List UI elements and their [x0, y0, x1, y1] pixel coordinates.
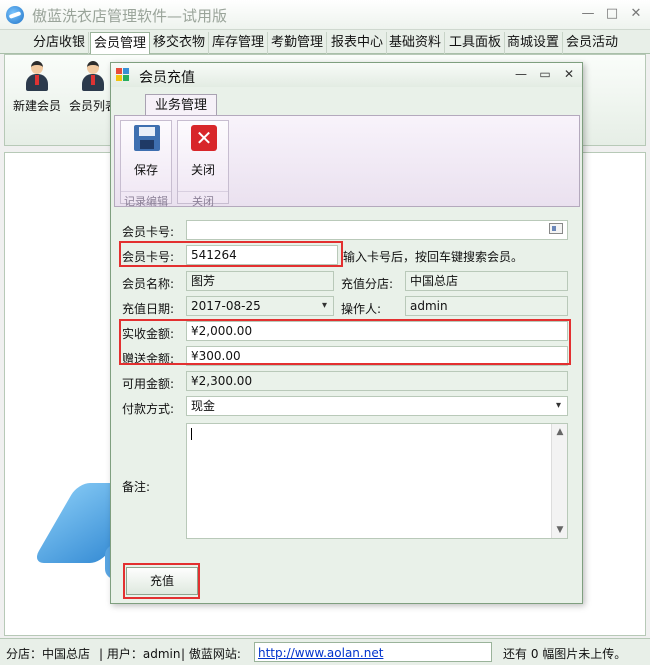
available-amount-field: ¥2,300.00: [186, 371, 568, 391]
recharge-date-value: 2017-08-25: [191, 299, 261, 313]
group-close: 关闭: [178, 191, 228, 209]
operator-label: 操作人:: [341, 302, 382, 316]
save-button[interactable]: 保存 记录编辑: [120, 120, 172, 208]
person-icon: [24, 61, 50, 91]
scroll-up-icon[interactable]: ▲: [552, 424, 568, 440]
member-recharge-dialog: 会员充值 — ▭ ✕ 业务管理 保存 记录编辑 ✕ 关闭 关闭 会员卡号: 会员…: [110, 62, 583, 604]
operator-field: admin: [405, 296, 568, 316]
remark-textarea[interactable]: ▲ ▼: [186, 423, 568, 539]
payment-method-select[interactable]: 现金: [186, 396, 568, 416]
window-icon: [116, 68, 130, 82]
tab-member-activities[interactable]: 会员活动: [563, 32, 621, 54]
person-icon: [80, 61, 106, 91]
remark-scrollbar[interactable]: ▲ ▼: [551, 424, 567, 538]
payment-method-label: 付款方式:: [122, 402, 175, 416]
maximize-icon[interactable]: ▭: [537, 66, 553, 82]
close-button[interactable]: ✕ 关闭 关闭: [177, 120, 229, 208]
close-icon[interactable]: ✕: [561, 66, 577, 82]
save-label: 保存: [133, 163, 158, 177]
tab-member-management[interactable]: 会员管理: [90, 32, 151, 54]
member-name-label: 会员名称:: [122, 277, 175, 291]
tab-attendance[interactable]: 考勤管理: [268, 32, 328, 54]
app-title: 傲蓝洗衣店管理软件—试用版: [32, 7, 228, 25]
recharge-date-picker[interactable]: 2017-08-25: [186, 296, 334, 316]
close-x-icon: ✕: [191, 125, 217, 151]
tab-store-checkout[interactable]: 分店收银: [30, 32, 90, 54]
tab-business-management[interactable]: 业务管理: [145, 94, 217, 116]
highlight-recharge-button: [123, 563, 200, 599]
tab-basic-data[interactable]: 基础资料: [386, 32, 446, 54]
member-name-field: 图芳: [186, 271, 334, 291]
available-amount-label: 可用金额:: [122, 377, 175, 391]
minimize-icon[interactable]: —: [513, 66, 529, 82]
recharge-branch-field: 中国总店: [405, 271, 568, 291]
status-upload: 还有 0 幅图片未上传。: [503, 647, 627, 661]
card-search-label: 会员卡号:: [122, 225, 175, 239]
close-label: 关闭: [190, 163, 215, 177]
text-caret: [191, 428, 192, 440]
remark-label: 备注:: [122, 480, 151, 494]
dialog-title-bar: 会员充值 — ▭ ✕: [111, 63, 582, 87]
dialog-title: 会员充值: [139, 70, 195, 86]
maximize-icon[interactable]: □: [604, 6, 620, 22]
card-search-input[interactable]: [186, 220, 568, 240]
floppy-disk-icon: [134, 125, 160, 151]
highlight-amounts: [119, 319, 571, 365]
highlight-card-number: [119, 241, 343, 267]
status-user: | 用户：admin: [99, 647, 181, 661]
website-link[interactable]: http://www.aolan.net: [258, 646, 383, 660]
card-reader-icon[interactable]: [549, 223, 563, 234]
dialog-ribbon: 保存 记录编辑 ✕ 关闭 关闭: [114, 115, 580, 208]
status-branch: 分店：中国总店: [6, 647, 91, 661]
status-bar: 分店：中国总店 | 用户：admin | 傲蓝网站: http://www.ao…: [0, 638, 650, 665]
tab-inventory[interactable]: 库存管理: [209, 32, 269, 54]
tab-reports[interactable]: 报表中心: [328, 32, 388, 54]
group-record-edit: 记录编辑: [121, 191, 171, 209]
website-link-box: http://www.aolan.net: [254, 642, 492, 662]
close-icon[interactable]: ✕: [628, 6, 644, 22]
minimize-icon[interactable]: —: [580, 6, 596, 22]
new-member-label: 新建会员: [12, 99, 61, 113]
new-member-button[interactable]: 新建会员: [9, 61, 65, 117]
payment-method-value: 现金: [191, 399, 216, 413]
recharge-branch-label: 充值分店:: [341, 277, 394, 291]
app-logo-icon: [6, 6, 24, 24]
status-site-label: | 傲蓝网站:: [181, 647, 241, 661]
tab-tools[interactable]: 工具面板: [446, 32, 506, 54]
card-hint: 输入卡号后，按回车键搜索会员。: [343, 250, 524, 264]
scroll-down-icon[interactable]: ▼: [552, 522, 568, 538]
tab-transfer-clothes[interactable]: 移交衣物: [150, 32, 210, 54]
app-title-bar: 傲蓝洗衣店管理软件—试用版 — □ ✕: [0, 0, 650, 30]
recharge-date-label: 充值日期:: [122, 302, 175, 316]
tab-mall-settings[interactable]: 商城设置: [504, 32, 564, 54]
main-menu-bar: 分店收银 会员管理 移交衣物 库存管理 考勤管理 报表中心 基础资料 工具面板 …: [0, 30, 650, 54]
